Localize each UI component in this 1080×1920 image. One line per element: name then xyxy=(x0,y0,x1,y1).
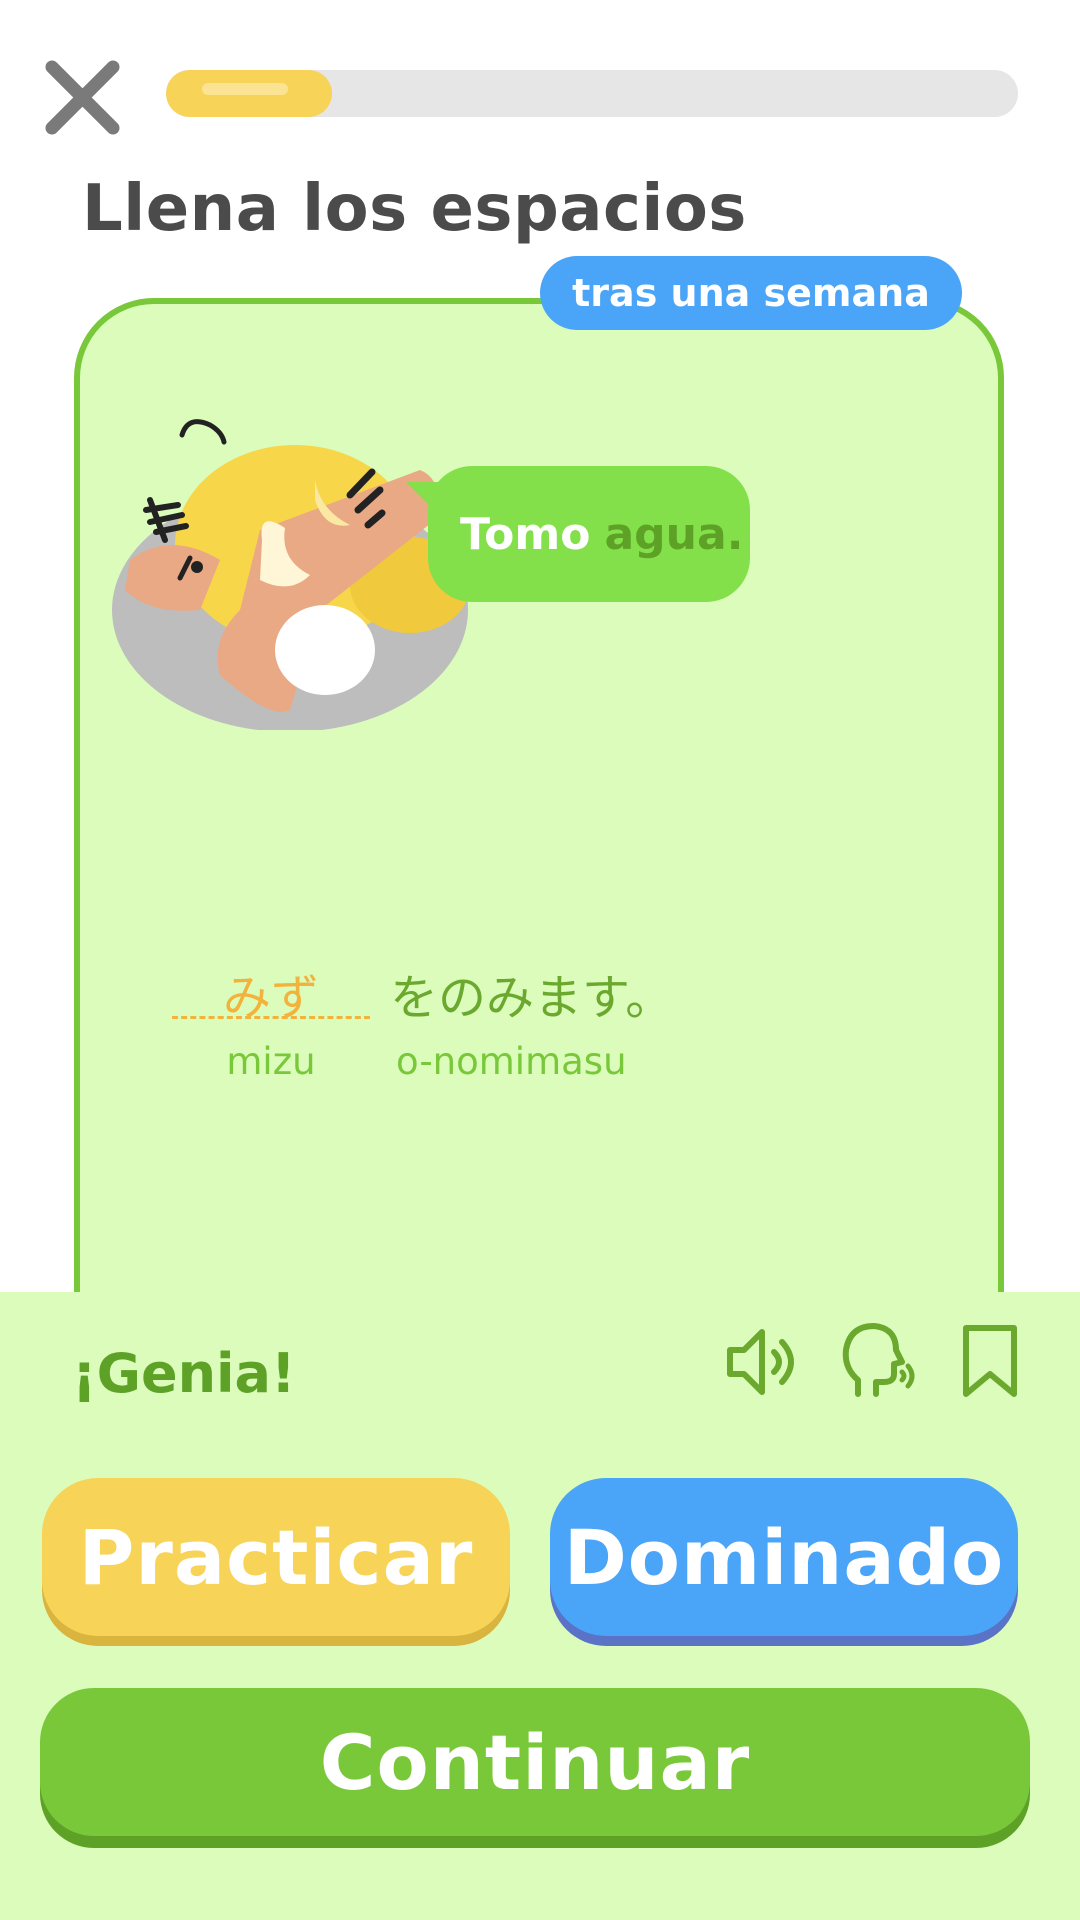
practice-button[interactable]: Practicar xyxy=(42,1478,510,1636)
close-button[interactable] xyxy=(40,55,125,140)
bubble-highlight-word: agua. xyxy=(604,508,744,560)
bookmark-button[interactable] xyxy=(958,1322,1022,1402)
feedback-message: ¡Genia! xyxy=(72,1342,296,1405)
continue-button[interactable]: Continuar xyxy=(40,1688,1030,1836)
pronunciation-button[interactable] xyxy=(838,1320,918,1400)
progress-fill xyxy=(166,70,333,117)
answer-romaji: mizu xyxy=(226,1040,316,1083)
bubble-word: Tomo xyxy=(460,508,591,560)
speaker-icon xyxy=(727,1329,794,1395)
speak-head-icon xyxy=(842,1323,915,1397)
answer-blank-underline xyxy=(172,1016,370,1019)
sentence-kana: をのみます。 xyxy=(390,970,674,1026)
mastered-button[interactable]: Dominado xyxy=(550,1478,1018,1636)
interval-badge: tras una semana xyxy=(540,256,962,330)
bookmark-icon xyxy=(963,1325,1017,1397)
page-title: Llena los espacios xyxy=(82,172,747,246)
speaker-button[interactable] xyxy=(722,1322,802,1402)
close-x-icon xyxy=(45,60,120,135)
sentence-romaji: o-nomimasu xyxy=(396,1040,627,1083)
speech-bubble: Tomo agua. xyxy=(406,466,750,602)
lesson-progress-bar xyxy=(166,70,1018,117)
sleeping-mascot-illustration xyxy=(112,419,470,730)
progress-shine xyxy=(202,83,288,95)
